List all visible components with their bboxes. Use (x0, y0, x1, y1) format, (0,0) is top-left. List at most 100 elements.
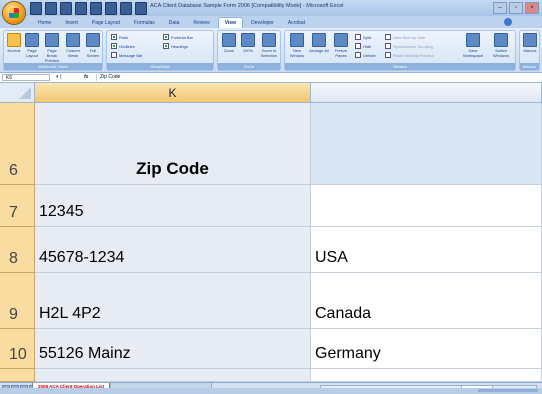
cell-k10[interactable]: 55126 Mainz (35, 329, 311, 369)
save-workspace-button[interactable]: Save Workspace (461, 33, 485, 58)
new-window-button[interactable]: New Window (287, 33, 307, 58)
column-header-l[interactable] (311, 83, 542, 103)
group-workbook-views: Normal Page Layout Page Break Preview Cu… (3, 30, 103, 71)
zoom-slider[interactable] (478, 389, 538, 392)
cell-l8[interactable]: USA (311, 227, 542, 273)
row-header-8[interactable]: 8 (0, 227, 35, 273)
custom-views-button[interactable]: Custom Views (64, 33, 82, 58)
hide-button[interactable]: Hide (355, 43, 371, 50)
normal-view-button[interactable]: Normal (6, 33, 22, 53)
switch-windows-button[interactable]: Switch Windows (489, 33, 513, 58)
tab-data[interactable]: Data (163, 18, 186, 28)
print-icon[interactable] (75, 2, 87, 15)
cell-l11[interactable] (311, 369, 542, 382)
group-label: Window (285, 63, 515, 70)
page-layout-view-button[interactable]: Page Layout (24, 33, 40, 58)
macros-icon (523, 33, 537, 47)
message-bar-checkbox[interactable]: Message Bar (111, 52, 143, 59)
row-header-10[interactable]: 10 (0, 329, 35, 369)
macros-button[interactable]: Macros (521, 33, 539, 53)
custom-views-icon (66, 33, 80, 47)
formula-bar-checkbox[interactable]: Formula Bar (163, 34, 193, 41)
cell-k8[interactable]: 45678-1234 (35, 227, 311, 273)
full-screen-icon (86, 33, 100, 47)
select-all-button[interactable] (0, 83, 35, 103)
tab-page-layout[interactable]: Page Layout (86, 18, 126, 28)
normal-view-icon (7, 33, 21, 47)
row-header-6[interactable]: 6 (0, 103, 35, 185)
cell-k11[interactable] (35, 369, 311, 382)
sort-icon[interactable] (120, 2, 132, 15)
cell-l7[interactable] (311, 185, 542, 227)
zoom-button[interactable]: Zoom (220, 33, 238, 53)
group-window: New Window Arrange All Freeze Panes Spli… (284, 30, 516, 71)
page-break-preview-button[interactable]: Page Break Preview (42, 33, 62, 63)
cell-k7[interactable]: 12345 (35, 185, 311, 227)
checkbox-icon (163, 43, 169, 49)
undo-icon[interactable] (45, 2, 57, 15)
unhide-button[interactable]: Unhide (355, 52, 376, 59)
zoom-selection-icon (262, 33, 276, 47)
minimize-button[interactable]: – (493, 2, 507, 14)
group-macros: Macros Macros (519, 30, 540, 71)
ruler-checkbox[interactable]: Ruler (111, 34, 129, 41)
status-bar (0, 388, 542, 394)
tab-formulas[interactable]: Formulas (128, 18, 161, 28)
tab-home[interactable]: Home (32, 18, 57, 28)
new-window-icon (290, 33, 304, 47)
freeze-panes-button[interactable]: Freeze Panes (331, 33, 351, 58)
tab-review[interactable]: Review (187, 18, 215, 28)
full-screen-button[interactable]: Full Screen (84, 33, 102, 58)
arrange-all-icon (312, 33, 326, 47)
spelling-icon[interactable] (105, 2, 117, 15)
save-icon[interactable] (30, 2, 42, 15)
view-side-by-side-button[interactable]: View Side by Side (385, 34, 425, 41)
redo-icon[interactable] (60, 2, 72, 15)
cell-k9[interactable]: H2L 4P2 (35, 273, 311, 329)
tab-insert[interactable]: Insert (59, 18, 84, 28)
arrange-all-button[interactable]: Arrange All (309, 33, 329, 53)
tab-developer[interactable]: Developer (245, 18, 280, 28)
help-icon[interactable] (504, 18, 512, 26)
synchronous-scrolling-button[interactable]: Synchronous Scrolling (385, 43, 433, 50)
row-header-11[interactable] (0, 369, 35, 382)
gridlines-checkbox[interactable]: Gridlines (111, 43, 135, 50)
save-workspace-icon (466, 33, 480, 47)
cell-l10[interactable]: Germany (311, 329, 542, 369)
headings-checkbox[interactable]: Headings (163, 43, 188, 50)
checkbox-icon (111, 52, 117, 58)
zoom-100-button[interactable]: 100% (240, 33, 256, 53)
insert-function-button[interactable]: fx (84, 74, 88, 81)
formula-input[interactable]: Zip Code (96, 74, 540, 81)
cell-k6[interactable]: Zip Code (35, 103, 311, 185)
filter-icon[interactable] (135, 2, 147, 15)
cell-l6[interactable] (311, 103, 542, 185)
switch-windows-icon (494, 33, 508, 47)
column-header-k[interactable]: K (35, 83, 311, 103)
row-header-9[interactable]: 9 (0, 273, 35, 329)
reset-window-position-button[interactable]: Reset Window Position (385, 52, 434, 59)
zoom-100-icon (241, 33, 255, 47)
split-button[interactable]: Split (355, 34, 371, 41)
split-icon (355, 34, 361, 40)
checkbox-icon (111, 43, 117, 49)
office-button-icon[interactable] (3, 2, 25, 24)
group-label: Zoom (218, 63, 280, 70)
cancel-icon[interactable]: ( (60, 74, 62, 80)
formula-buttons: ▾ ( (56, 74, 62, 81)
tab-acrobat[interactable]: Acrobat (282, 18, 311, 28)
formula-bar: K6 ▾ ( fx Zip Code (0, 73, 542, 83)
print-preview-icon[interactable] (90, 2, 102, 15)
page-layout-icon (25, 33, 39, 47)
name-box[interactable]: K6 (2, 74, 50, 81)
maximize-button[interactable]: ▫ (509, 2, 523, 14)
close-button[interactable]: × (525, 2, 539, 14)
quick-access-toolbar (30, 2, 147, 15)
zoom-to-selection-button[interactable]: Zoom to Selection (258, 33, 280, 58)
dropdown-arrow-icon[interactable]: ▾ (56, 74, 59, 80)
side-by-side-icon (385, 34, 391, 40)
group-label: Show/Hide (107, 63, 213, 70)
row-header-7[interactable]: 7 (0, 185, 35, 227)
cell-l9[interactable]: Canada (311, 273, 542, 329)
tab-view[interactable]: View (217, 17, 244, 28)
